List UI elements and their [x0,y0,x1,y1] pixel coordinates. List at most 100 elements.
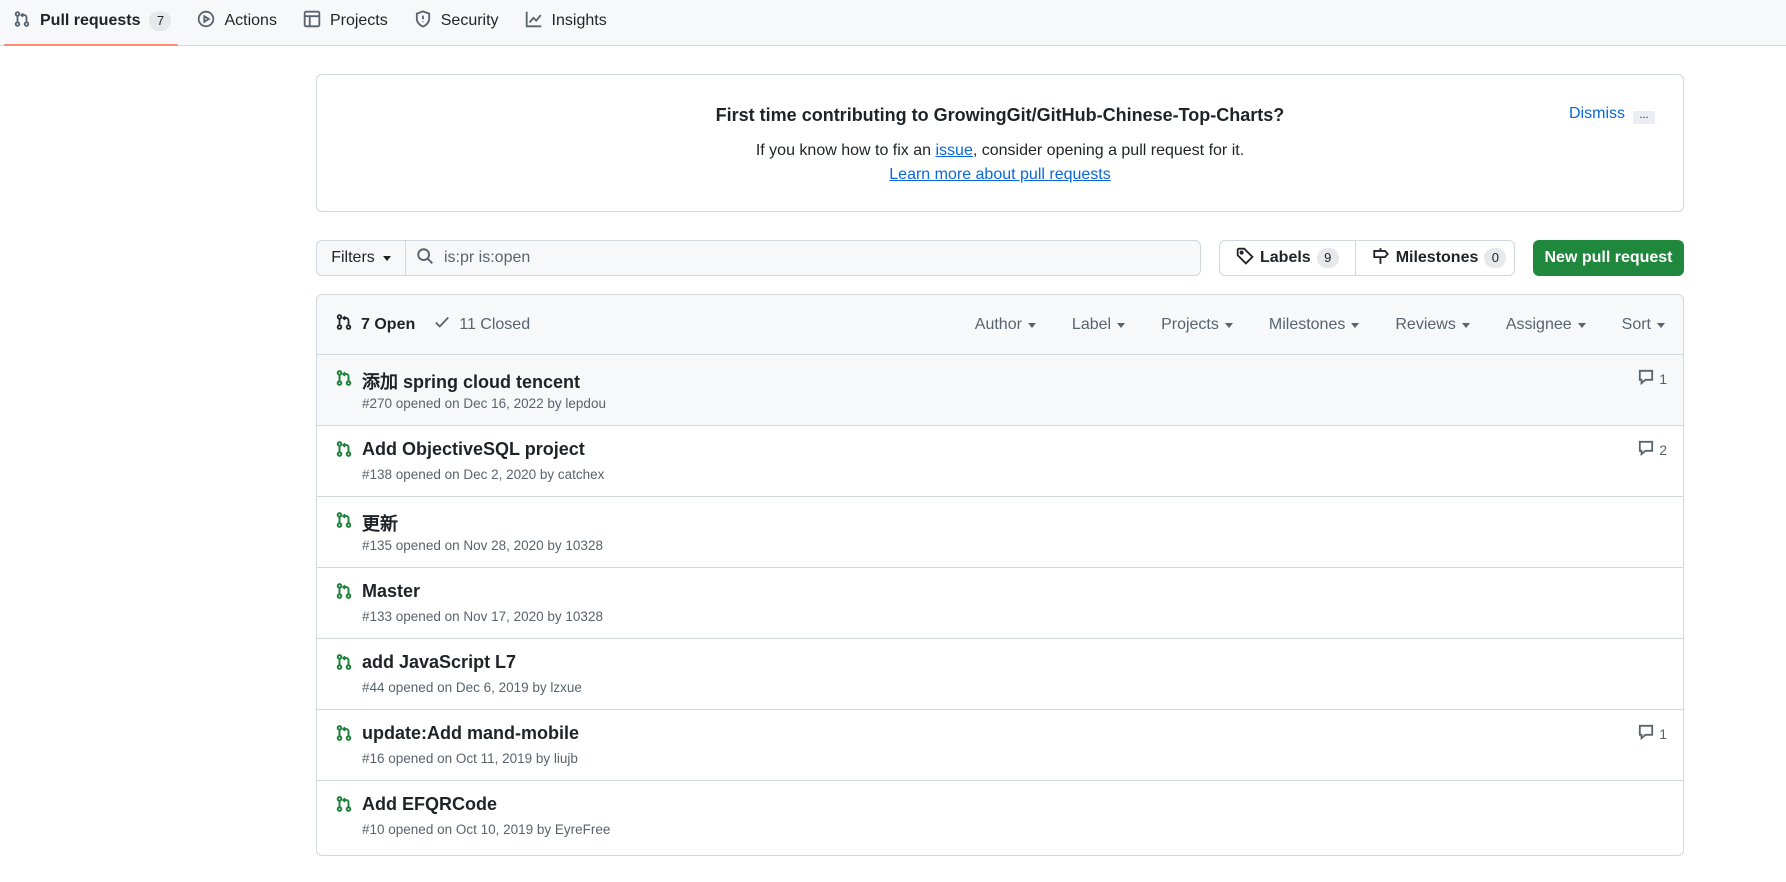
milestone-icon [1372,247,1390,270]
closed-count-label: 11 Closed [459,315,531,333]
chevron-down-icon [1351,322,1360,328]
play-icon [197,10,215,33]
open-pull-request-icon [335,511,353,529]
pull-request-row[interactable]: Master #133 opened on Nov 17, 2020 by 10… [317,568,1683,639]
pull-request-meta: #44 opened on Dec 6, 2019 by lzxue [362,680,582,695]
pull-request-row[interactable]: update:Add mand-mobile #16 opened on Oct… [317,710,1683,781]
milestones-dropdown[interactable]: Milestones [1251,316,1377,334]
pull-request-title[interactable]: Master [362,581,420,602]
open-pull-request-icon [335,653,353,671]
pull-request-meta: #133 opened on Nov 17, 2020 by 10328 [362,609,603,624]
git-pull-request-icon [13,10,31,33]
pull-request-meta: #270 opened on Dec 16, 2022 by lepdou [362,396,606,411]
pull-request-title[interactable]: add JavaScript L7 [362,652,516,673]
tab-label: Insights [551,12,607,29]
comments-link[interactable]: 1 [1637,723,1667,744]
dismiss-button[interactable]: Dismiss [1569,105,1625,123]
closed-filter[interactable]: 11 Closed [433,313,530,336]
sorter-label: Label [1071,316,1112,333]
git-pull-request-icon [335,313,353,336]
comment-icon [1637,368,1655,389]
search-input[interactable] [444,249,1044,267]
tag-icon [1236,247,1254,270]
banner-text: If you know how to fix an issue, conside… [317,142,1683,160]
pull-request-meta: #10 opened on Oct 10, 2019 by EyreFree [362,822,611,837]
pull-request-title[interactable]: Add EFQRCode [362,794,497,815]
tab-security[interactable]: Security [401,0,512,42]
pull-request-meta: #135 opened on Nov 28, 2020 by 10328 [362,538,603,553]
pull-request-row[interactable]: 更新 #135 opened on Nov 28, 2020 by 10328 [317,497,1683,568]
comment-count: 1 [1659,370,1667,387]
sorter-label: Reviews [1395,316,1456,333]
assignee-dropdown[interactable]: Assignee [1488,316,1604,334]
sorter-label: Milestones [1268,316,1346,333]
open-pull-request-icon [335,369,353,387]
tab-pull-requests[interactable]: Pull requests 7 [0,0,184,46]
tab-actions[interactable]: Actions [184,0,289,42]
filter-bar: Filters [316,240,1201,276]
author-dropdown[interactable]: Author [957,316,1054,334]
banner-text-after: , consider opening a pull request for it… [972,142,1245,159]
chevron-down-icon [1577,322,1586,328]
projects-dropdown[interactable]: Projects [1143,316,1251,334]
pull-request-title[interactable]: update:Add mand-mobile [362,723,579,744]
contributor-banner: First time contributing to GrowingGit/Gi… [316,74,1684,212]
comment-icon [1637,723,1655,744]
comment-count: 1 [1659,725,1667,742]
tab-insights[interactable]: Insights [512,0,620,42]
pull-request-row[interactable]: add JavaScript L7 #44 opened on Dec 6, 2… [317,639,1683,710]
filters-label: Filters [331,249,375,266]
filters-dropdown[interactable]: Filters [316,240,405,276]
open-pull-request-icon [335,582,353,600]
tab-label: Actions [224,12,277,29]
pull-request-row[interactable]: Add EFQRCode #10 opened on Oct 10, 2019 … [317,781,1683,852]
pull-request-list: 7 Open 11 Closed Author Label Projects M… [316,294,1684,856]
chevron-down-icon [1461,322,1470,328]
open-count-label: 7 Open [361,315,416,333]
chevron-down-icon [1657,322,1665,328]
more-options-button[interactable]: ... [1633,110,1655,124]
labels-milestones-group: Labels 9 Milestones 0 [1219,240,1515,276]
search-icon [416,247,434,270]
pull-request-title[interactable]: 添加 spring cloud tencent [362,368,580,394]
issue-link[interactable]: issue [936,142,973,159]
pull-request-title[interactable]: 更新 [362,510,398,536]
reviews-dropdown[interactable]: Reviews [1377,316,1487,334]
labels-button[interactable]: Labels 9 [1220,241,1355,275]
pull-request-count: 7 [149,11,172,31]
comment-count: 2 [1659,441,1667,458]
sorter-label: Author [974,316,1022,333]
comments-link[interactable]: 1 [1637,368,1667,389]
new-pull-request-button[interactable]: New pull request [1533,240,1684,276]
open-pull-request-icon [335,795,353,813]
comments-link[interactable]: 2 [1637,439,1667,460]
open-pull-request-icon [335,440,353,458]
banner-title: First time contributing to GrowingGit/Gi… [715,105,1285,125]
milestones-label: Milestones [1395,249,1479,266]
tab-label: Security [440,12,499,29]
labels-count: 9 [1316,248,1339,268]
pull-request-title[interactable]: Add ObjectiveSQL project [362,439,585,460]
pull-request-row[interactable]: Add ObjectiveSQL project #138 opened on … [317,426,1683,497]
labels-label: Labels [1260,249,1311,266]
banner-learn: Learn more about pull requests [317,166,1683,184]
comment-icon [1637,439,1655,460]
learn-more-link[interactable]: Learn more about pull requests [889,166,1110,183]
search-box [405,240,1201,276]
list-sorters: Author Label Projects Milestones Reviews… [957,295,1683,355]
shield-icon [414,9,432,33]
repo-nav: Pull requests 7 Actions Projects Securit… [0,0,1786,46]
table-icon [303,10,321,33]
tab-projects[interactable]: Projects [290,0,401,42]
graph-icon [525,10,543,33]
check-icon [433,313,451,336]
tab-label: Projects [329,12,388,29]
pull-request-meta: #16 opened on Oct 11, 2019 by liujb [362,751,578,766]
tab-label: Pull requests [40,12,141,29]
open-filter[interactable]: 7 Open [335,313,415,336]
pull-request-meta: #138 opened on Dec 2, 2020 by catchex [362,467,605,482]
label-dropdown[interactable]: Label [1054,316,1143,334]
pull-request-row[interactable]: 添加 spring cloud tencent #270 opened on D… [317,355,1683,426]
milestones-button[interactable]: Milestones 0 [1354,241,1523,275]
sort-dropdown[interactable]: Sort [1604,316,1683,334]
